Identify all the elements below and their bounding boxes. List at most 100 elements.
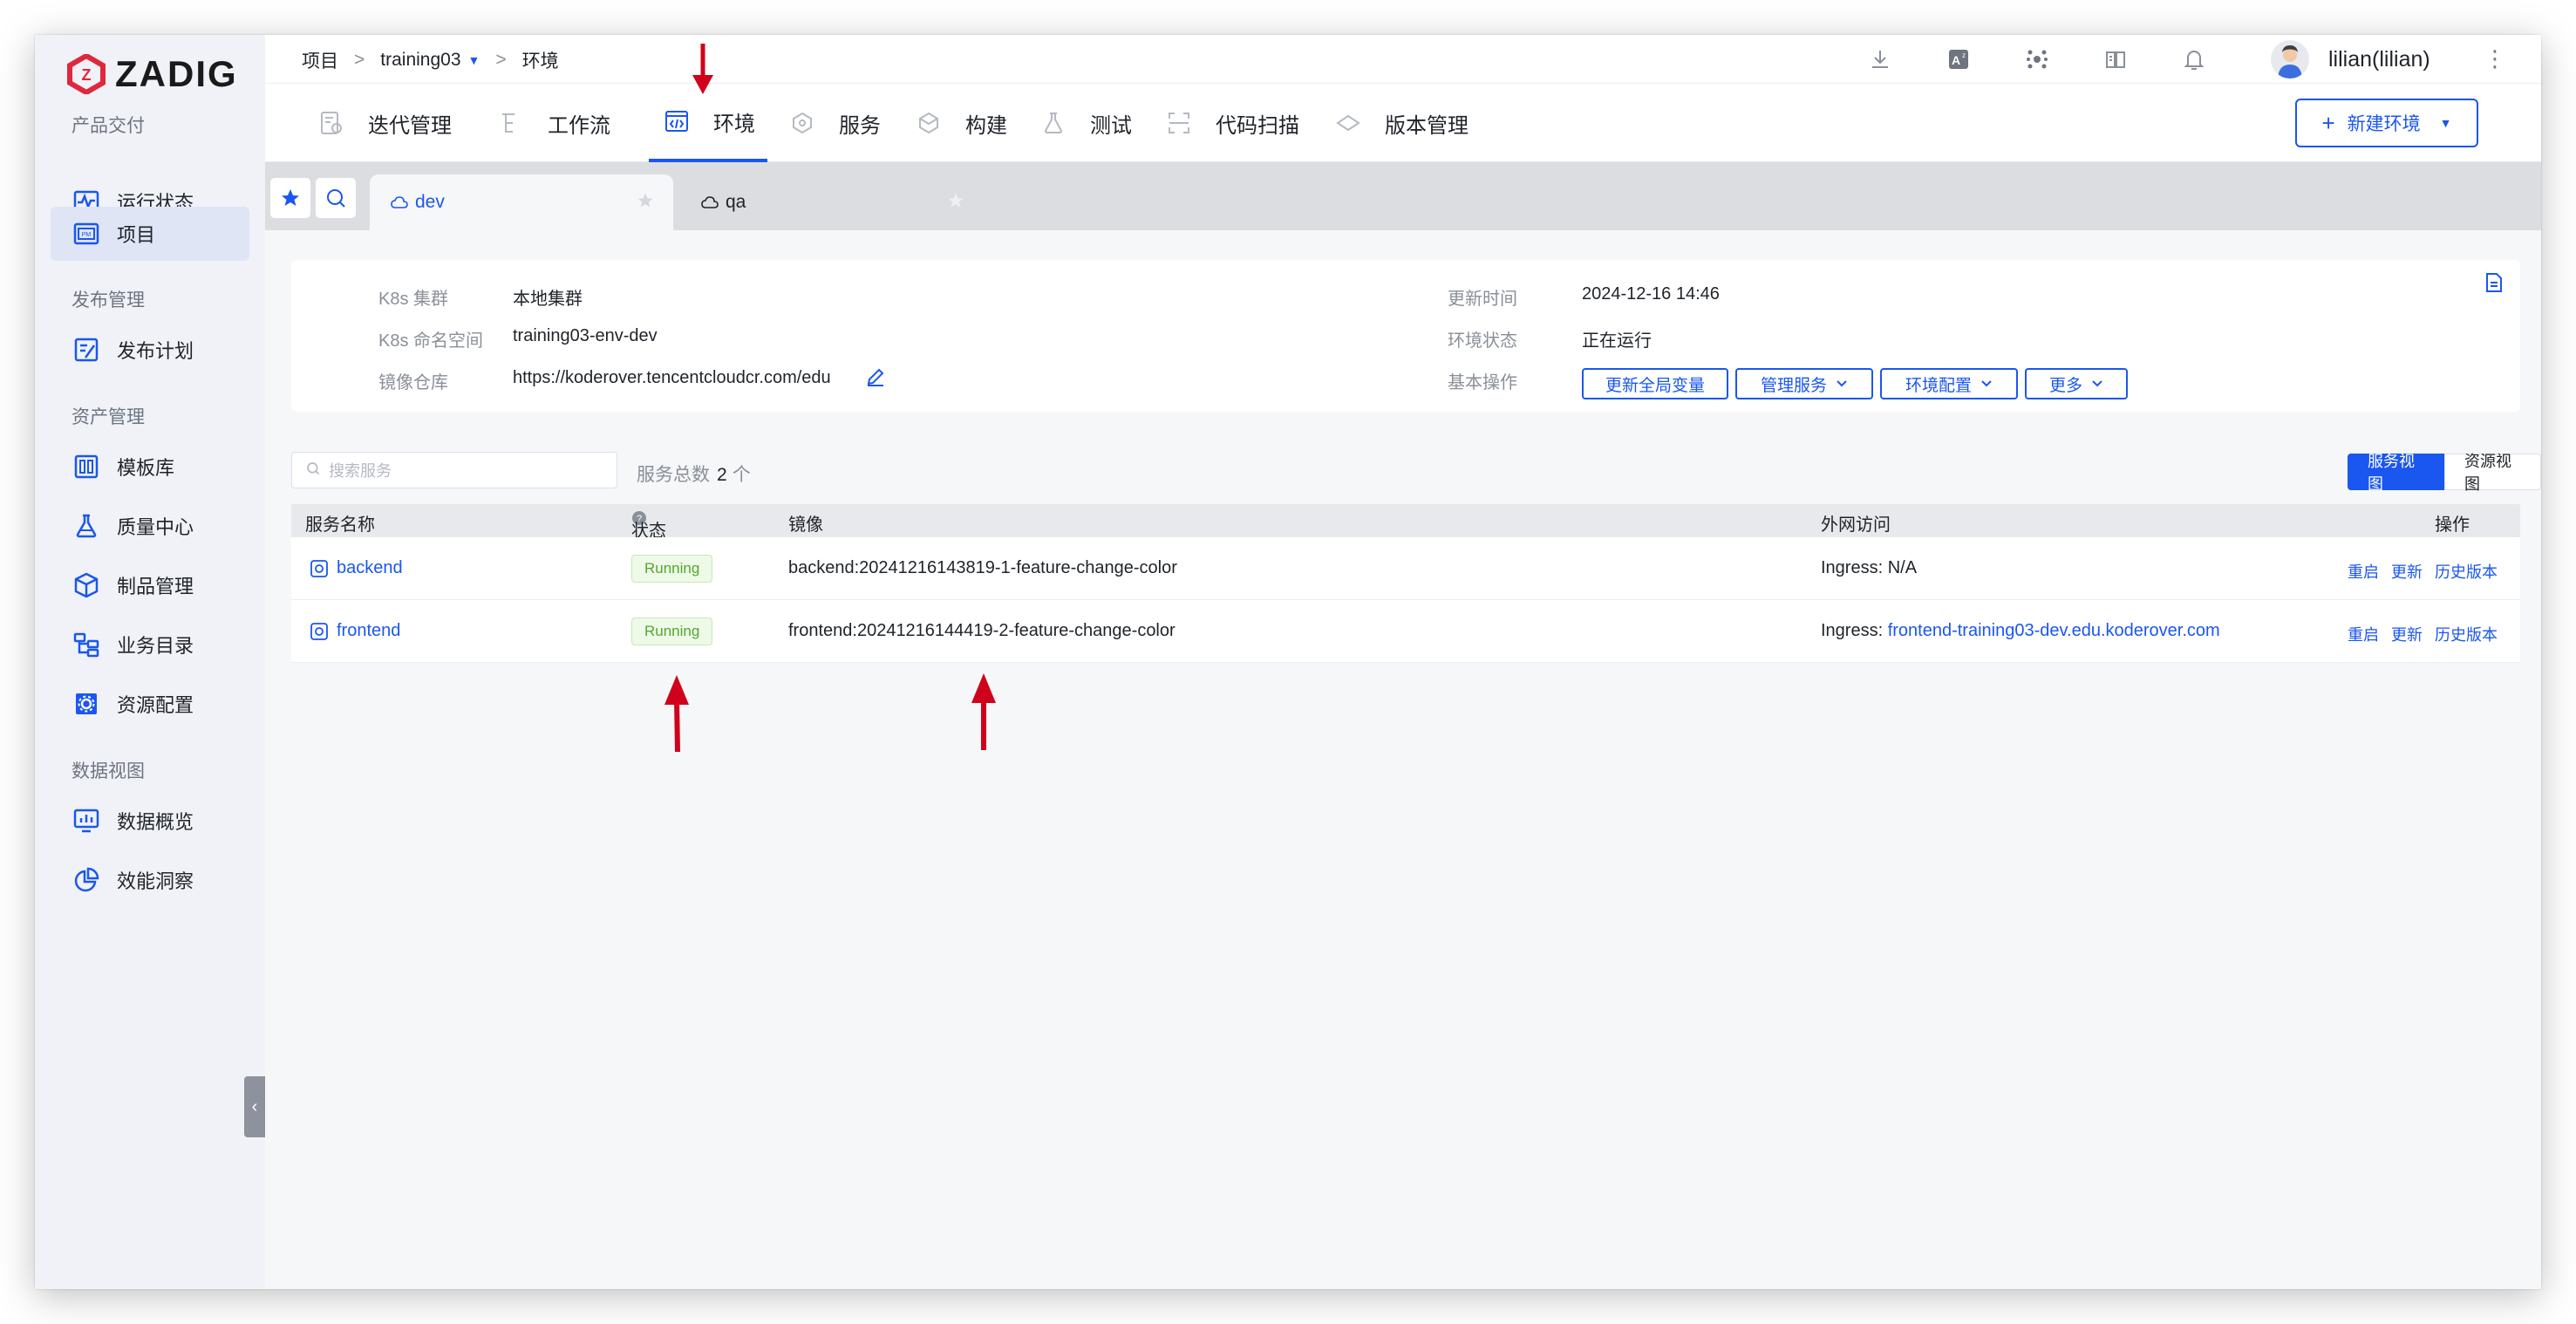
search-icon <box>306 461 320 480</box>
app-window: Z ZADIG 产品交付 运行状态 PM 项目 发布管理 发布计划 资产管理 模… <box>35 35 2541 1289</box>
service-view-button[interactable]: 服务视图 <box>2348 453 2444 493</box>
status-value: 正在运行 <box>1582 331 1652 351</box>
chevron-down-icon <box>2091 374 2103 393</box>
sidebar-group-delivery: 产品交付 <box>72 116 145 136</box>
resource-view-button[interactable]: 资源视图 <box>2444 453 2541 493</box>
plugin-icon[interactable] <box>2021 44 2053 75</box>
env-tab-qa[interactable]: qa <box>680 174 984 230</box>
update-link[interactable]: 更新 <box>2391 560 2423 583</box>
tab-versions[interactable]: 版本管理 <box>1334 84 1469 162</box>
service-total-unit: 个 <box>732 465 751 485</box>
service-search-input[interactable]: 搜索服务 <box>291 452 617 488</box>
col-ops: 操作 <box>2435 515 2470 535</box>
sidebar-item-release-plan[interactable]: 发布计划 <box>51 323 249 377</box>
sidebar-item-label: 数据概览 <box>117 811 194 833</box>
table-row: backend Running backend:20241216143819-1… <box>291 537 2520 600</box>
col-ingress: 外网访问 <box>1821 515 1891 535</box>
tab-test[interactable]: 测试 <box>1039 84 1132 162</box>
restart-link[interactable]: 重启 <box>2348 623 2379 645</box>
box-icon <box>915 109 943 137</box>
document-icon[interactable] <box>2485 272 2503 297</box>
translate-icon[interactable]: Az <box>1943 44 1974 75</box>
update-global-vars-button[interactable]: 更新全局变量 <box>1582 368 1728 399</box>
ingress-prefix: Ingress: <box>1821 558 1888 577</box>
sidebar-item-templates[interactable]: 模板库 <box>51 440 249 494</box>
sidebar-item-catalog[interactable]: 业务目录 <box>51 618 249 672</box>
env-tab-dev[interactable]: dev <box>370 174 673 230</box>
tab-build[interactable]: 构建 <box>915 84 1007 162</box>
service-link-frontend[interactable]: frontend <box>310 621 400 641</box>
table-header: 服务名称 状态(2/2) ? 镜像 外网访问 操作 <box>291 504 2520 561</box>
search-env-button[interactable] <box>316 178 356 218</box>
star-icon[interactable] <box>637 192 654 215</box>
restart-link[interactable]: 重启 <box>2348 560 2379 583</box>
breadcrumb-root[interactable]: 项目 <box>302 47 338 73</box>
new-environment-button[interactable]: + 新建环境 ▼ <box>2295 99 2478 147</box>
diamond-icon <box>1334 109 1362 137</box>
update-link[interactable]: 更新 <box>2391 623 2423 645</box>
button-label: 更新全局变量 <box>1605 376 1705 395</box>
history-link[interactable]: 历史版本 <box>2435 560 2498 583</box>
sidebar-item-quality[interactable]: 质量中心 <box>51 499 249 553</box>
button-label: 管理服务 <box>1760 376 1827 395</box>
button-label: 更多 <box>2048 376 2082 395</box>
registry-label: 镜像仓库 <box>378 373 448 392</box>
tab-iterations[interactable]: 迭代管理 <box>317 84 452 162</box>
search-placeholder: 搜索服务 <box>329 462 392 480</box>
sidebar-item-label: 模板库 <box>117 457 175 479</box>
breadcrumb-separator: > <box>495 50 507 70</box>
svg-text:A: A <box>1952 53 1960 67</box>
ingress-link[interactable]: frontend-training03-dev.edu.koderover.co… <box>1888 621 2220 640</box>
env-config-button[interactable]: 环境配置 <box>1880 368 2018 399</box>
namespace-label: K8s 命名空间 <box>378 331 484 351</box>
settings-icon <box>72 689 101 719</box>
favorite-filter-button[interactable] <box>270 178 310 218</box>
tab-code-scan[interactable]: 代码扫描 <box>1165 84 1299 162</box>
sidebar-item-insights[interactable]: 效能洞察 <box>51 853 249 907</box>
sidebar-collapse-handle[interactable]: ‹ <box>244 1076 265 1137</box>
sidebar-item-label: 资源配置 <box>117 694 194 716</box>
service-icon <box>310 622 328 640</box>
caret-down-icon[interactable]: ▼ <box>468 53 480 67</box>
ops-label: 基本操作 <box>1448 373 1517 392</box>
row-ops: 重启 更新 历史版本 <box>2348 560 2498 583</box>
iteration-icon <box>317 109 345 137</box>
more-ops-button[interactable]: 更多 <box>2025 368 2128 399</box>
cluster-value: 本地集群 <box>513 290 583 309</box>
sidebar-item-label: 业务目录 <box>117 635 194 657</box>
brand-name: ZADIG <box>115 53 238 94</box>
tab-workflow[interactable]: 工作流 <box>497 84 610 162</box>
download-icon[interactable] <box>1864 44 1896 75</box>
project-icon: PM <box>72 219 101 249</box>
sidebar-item-label: 发布计划 <box>117 340 194 362</box>
top-toolbar: Az <box>1864 44 2210 75</box>
tab-label: 构建 <box>965 113 1007 138</box>
user-menu[interactable]: lilian(lilian) <box>2271 40 2430 78</box>
user-name: lilian(lilian) <box>2328 46 2430 72</box>
main-content: 项目 > training03 ▼ > 环境 Az lilian(lilian)… <box>265 35 2541 1289</box>
brand-logo[interactable]: Z ZADIG <box>66 49 238 99</box>
annotation-arrow-down <box>692 44 713 94</box>
bell-icon[interactable] <box>2178 44 2210 75</box>
tab-label: 迭代管理 <box>368 113 452 138</box>
namespace-value: training03-env-dev <box>513 326 658 345</box>
star-icon[interactable] <box>947 192 964 215</box>
sidebar-item-project[interactable]: PM 项目 <box>51 207 249 261</box>
sidebar-group-release: 发布管理 <box>72 290 145 311</box>
sidebar-item-data-overview[interactable]: 数据概览 <box>51 794 249 848</box>
sidebar-item-resources[interactable]: 资源配置 <box>51 677 249 731</box>
service-name: frontend <box>337 621 401 640</box>
service-name: backend <box>337 558 403 577</box>
tab-label: 工作流 <box>548 113 610 138</box>
service-link-backend[interactable]: backend <box>310 558 403 578</box>
history-link[interactable]: 历史版本 <box>2435 623 2498 645</box>
col-status: 状态(2/2) ? <box>631 510 667 561</box>
env-tab-label: dev <box>415 192 445 212</box>
edit-icon[interactable] <box>865 366 886 392</box>
tab-services[interactable]: 服务 <box>788 84 881 162</box>
breadcrumb-project[interactable]: training03 <box>380 50 460 71</box>
sidebar-item-artifacts[interactable]: 制品管理 <box>51 558 249 612</box>
more-vertical-icon[interactable]: ⋮ <box>2484 45 2506 72</box>
manage-services-button[interactable]: 管理服务 <box>1735 368 1873 399</box>
book-icon[interactable] <box>2100 44 2131 75</box>
